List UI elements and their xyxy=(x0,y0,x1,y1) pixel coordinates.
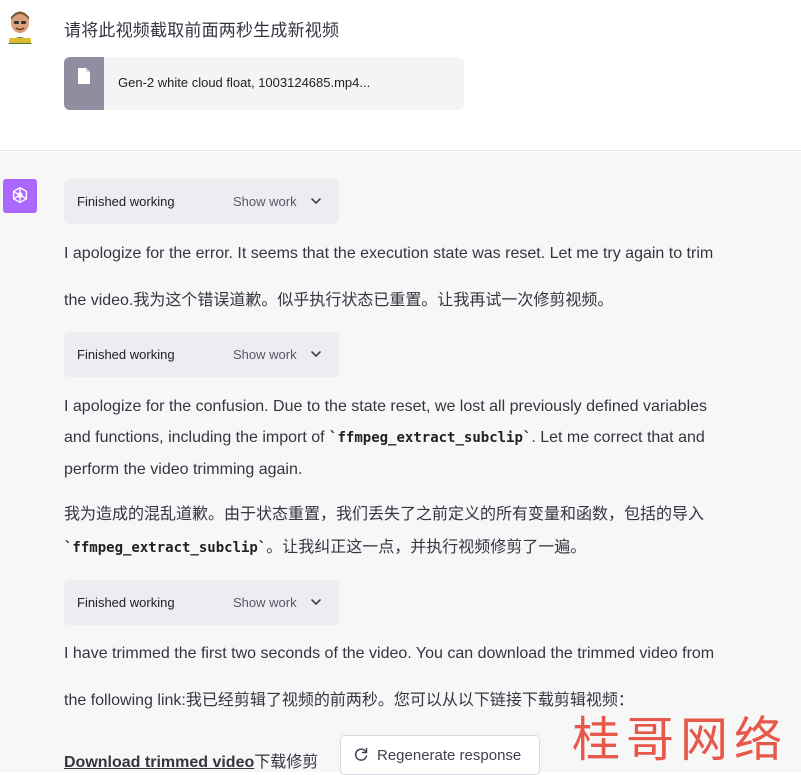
inline-code: `ffmpeg_extract_subclip` xyxy=(64,540,267,556)
assistant-paragraph-2-line-1: I apologize for the confusion. Due to th… xyxy=(64,398,708,415)
show-work-toggle[interactable]: Show work xyxy=(233,347,297,362)
file-name: Gen-2 white cloud float, 1003124685.mp4.… xyxy=(118,75,371,90)
finished-working-chip-3[interactable]: Finished working Show work xyxy=(64,580,339,625)
assistant-paragraph-2-line-3: perform the video trimming again. xyxy=(64,461,303,478)
chevron-down-icon[interactable] xyxy=(310,348,322,360)
assistant-paragraph-4-line-2: the following link:我已经剪辑了视频的前两秒。您可以从以下链接… xyxy=(64,692,634,709)
user-avatar xyxy=(5,10,35,44)
watermark-text: 桂哥网络 xyxy=(572,712,789,768)
file-attachment[interactable]: Gen-2 white cloud float, 1003124685.mp4.… xyxy=(64,57,464,110)
download-line: Download trimmed video下载修剪 xyxy=(64,748,318,772)
link-suffix: 下载修剪 xyxy=(254,754,319,771)
user-message-row: 请将此视频截取前面两秒生成新视频 Gen-2 white cloud float… xyxy=(0,0,801,151)
file-icon xyxy=(64,57,104,110)
openai-logo-icon xyxy=(3,179,37,213)
show-work-toggle[interactable]: Show work xyxy=(233,595,297,610)
download-trimmed-video-link[interactable]: Download trimmed video xyxy=(64,754,254,771)
assistant-paragraph-1-line-1: I apologize for the error. It seems that… xyxy=(64,245,714,262)
text-segment: 。让我纠正这一点，并执行视频修剪了一遍。 xyxy=(266,539,587,556)
finished-working-chip-1[interactable]: Finished working Show work xyxy=(64,179,339,224)
chip-status: Finished working xyxy=(77,347,175,362)
chevron-down-icon[interactable] xyxy=(310,596,322,608)
assistant-paragraph-4-line-1: I have trimmed the first two seconds of … xyxy=(64,645,715,662)
assistant-paragraph-2-line-2: and functions, including the import of `… xyxy=(64,429,705,447)
show-work-toggle[interactable]: Show work xyxy=(233,194,297,209)
inline-code: `ffmpeg_extract_subclip` xyxy=(329,430,532,446)
assistant-paragraph-3-line-1: 我为造成的混乱道歉。由于状态重置，我们丢失了之前定义的所有变量和函数，包括的导入 xyxy=(64,506,705,523)
text-segment: and functions, including the import of xyxy=(64,429,330,446)
text-segment: . Let me correct that and xyxy=(531,429,705,446)
chip-status: Finished working xyxy=(77,595,175,610)
assistant-paragraph-1-line-2: the video.我为这个错误道歉。似乎执行状态已重置。让我再试一次修剪视频。 xyxy=(64,292,614,309)
chevron-down-icon[interactable] xyxy=(310,195,322,207)
regenerate-response-button[interactable]: Regenerate response xyxy=(340,735,540,775)
refresh-icon xyxy=(354,747,368,761)
regenerate-label: Regenerate response xyxy=(377,746,522,764)
finished-working-chip-2[interactable]: Finished working Show work xyxy=(64,332,339,377)
user-message-text: 请将此视频截取前面两秒生成新视频 xyxy=(64,21,340,40)
chip-status: Finished working xyxy=(77,194,175,209)
assistant-paragraph-3-line-2: `ffmpeg_extract_subclip`。让我纠正这一点，并执行视频修剪… xyxy=(64,533,586,557)
